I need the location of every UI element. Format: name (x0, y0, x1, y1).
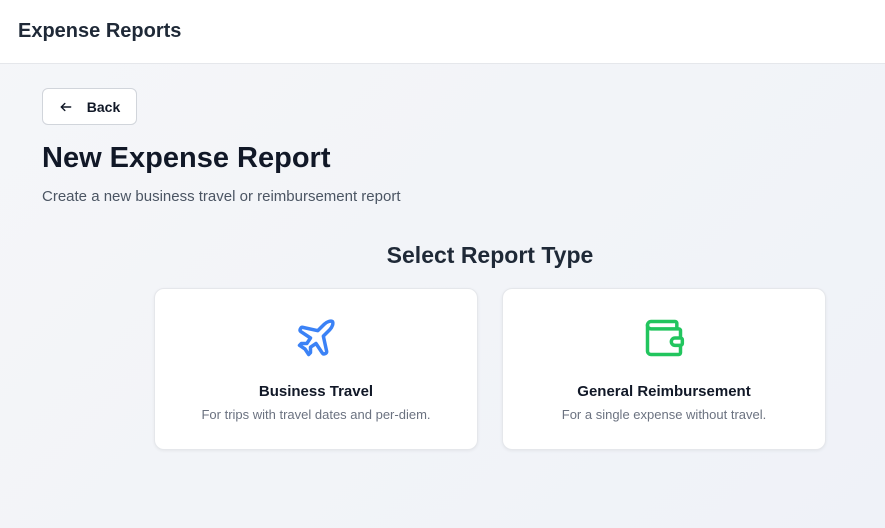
card-description: For a single expense without travel. (561, 407, 767, 422)
top-bar: Expense Reports (0, 0, 885, 64)
section-title: Select Report Type (386, 242, 594, 268)
wallet-icon (503, 316, 825, 360)
back-label: Back (86, 98, 121, 115)
main-content: Back New Expense Report Create a new bus… (0, 64, 885, 528)
business-travel-card[interactable]: Business Travel For trips with travel da… (154, 288, 478, 450)
page-title: New Expense Report (42, 142, 331, 174)
app-title: Expense Reports (18, 20, 182, 42)
card-description: For trips with travel dates and per-diem… (201, 407, 431, 422)
card-title: Business Travel (258, 383, 374, 400)
back-button[interactable]: Back (42, 88, 137, 125)
general-reimbursement-card[interactable]: General Reimbursement For a single expen… (502, 288, 826, 450)
page-subtitle: Create a new business travel or reimburs… (42, 188, 401, 205)
arrow-left-icon (59, 100, 73, 114)
card-title: General Reimbursement (577, 383, 751, 400)
airplane-icon (155, 316, 477, 360)
